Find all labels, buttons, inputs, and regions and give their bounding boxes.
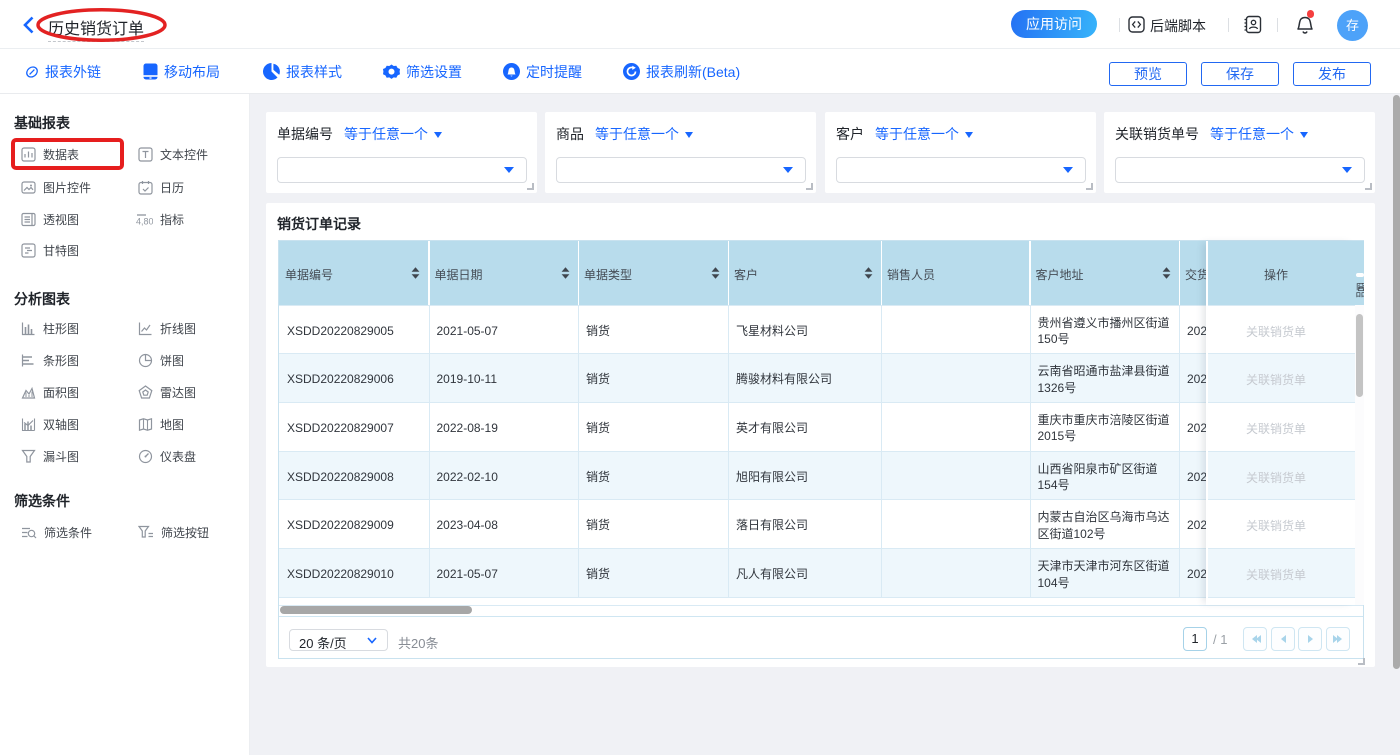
svg-text:4,80: 4,80 [136,216,153,226]
